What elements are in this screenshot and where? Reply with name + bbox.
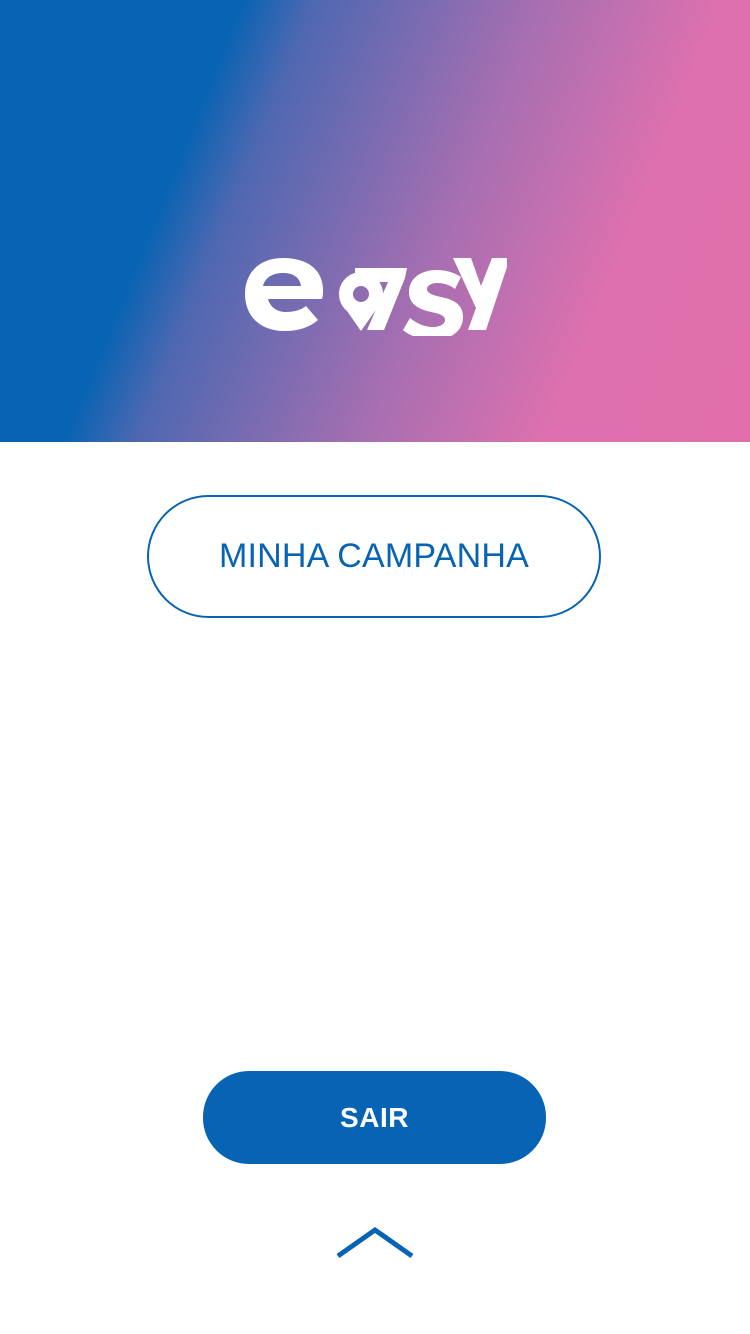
campaign-button[interactable]: MINHA CAMPANHA <box>147 495 601 618</box>
chevron-up-icon[interactable] <box>334 1224 416 1262</box>
app-logo <box>243 250 507 336</box>
hero-banner <box>0 0 750 442</box>
logout-button[interactable]: SAIR <box>203 1071 546 1164</box>
